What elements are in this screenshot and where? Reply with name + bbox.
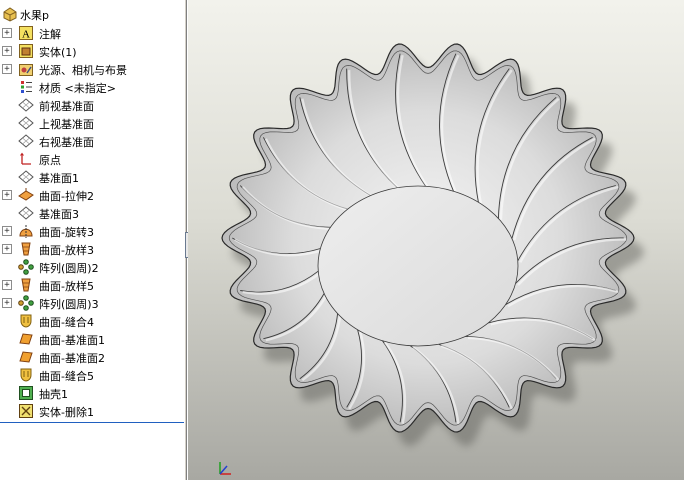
tree-item-label: 曲面-基准面1: [39, 334, 105, 347]
tree-item[interactable]: 曲面-缝合4: [0, 312, 184, 330]
tree-item[interactable]: + 阵列(圆周)3: [0, 294, 184, 312]
expand-toggle-icon[interactable]: +: [2, 28, 12, 38]
part-icon: [2, 6, 18, 22]
tree-item[interactable]: 前视基准面: [0, 96, 184, 114]
circular-pattern-icon: [18, 259, 34, 275]
solid-bodies-icon: [18, 43, 34, 59]
axis-triad-icon: [219, 462, 231, 475]
tree-item-label: 注解: [39, 28, 61, 41]
tree-item-label: 前视基准面: [39, 100, 94, 113]
tree-item-label: 曲面-拉伸2: [39, 190, 94, 203]
tree-item-label: 上视基准面: [39, 118, 94, 131]
surface-loft-icon: [18, 241, 34, 257]
lights-cameras-icon: [18, 61, 34, 77]
material-icon: [18, 79, 34, 95]
tree-item[interactable]: + 曲面-放样5: [0, 276, 184, 294]
rollback-bar[interactable]: [0, 422, 184, 423]
tree-item[interactable]: 材质 <未指定>: [0, 78, 184, 96]
surface-knit-icon: [18, 313, 34, 329]
tree-item-label: 阵列(圆周)3: [39, 298, 99, 311]
plane-icon: [18, 169, 34, 185]
surface-revolve-icon: [18, 223, 34, 239]
tree-item-label: 阵列(圆周)2: [39, 262, 99, 275]
tree-item[interactable]: 基准面3: [0, 204, 184, 222]
tree-item-label: 曲面-基准面2: [39, 352, 105, 365]
origin-icon: [18, 151, 34, 167]
tree-item[interactable]: 右视基准面: [0, 132, 184, 150]
feature-manager-tree: 水果p + A 注解 + 实体(1) + 光源、相机与布景 材质 <未指定> 前视基准面上视基准面…: [0, 0, 185, 480]
tree-item[interactable]: + A 注解: [0, 24, 184, 42]
tree-item-label: 实体(1): [39, 46, 77, 59]
delete-body-icon: [18, 403, 34, 419]
tree-root-part[interactable]: 水果p: [0, 5, 184, 23]
tree-item[interactable]: 实体-删除1: [0, 402, 184, 420]
plane-icon: [18, 115, 34, 131]
planar-surface-icon: [18, 331, 34, 347]
tree-root-label: 水果p: [20, 9, 49, 22]
surface-loft-icon: [18, 277, 34, 293]
tree-item[interactable]: 曲面-基准面2: [0, 348, 184, 366]
tree-item[interactable]: + 实体(1): [0, 42, 184, 60]
expand-toggle-icon[interactable]: +: [2, 298, 12, 308]
tree-item[interactable]: + 光源、相机与布景: [0, 60, 184, 78]
model-view[interactable]: [188, 0, 684, 480]
tree-item[interactable]: 原点: [0, 150, 184, 168]
expand-toggle-icon[interactable]: +: [2, 244, 12, 254]
tree-item[interactable]: 基准面1: [0, 168, 184, 186]
tree-item[interactable]: + 曲面-放样3: [0, 240, 184, 258]
bowl-base-face[interactable]: [317, 185, 519, 347]
tree-item-label: 基准面1: [39, 172, 79, 185]
tree-item-label: 光源、相机与布景: [39, 64, 127, 77]
expand-toggle-icon[interactable]: +: [2, 190, 12, 200]
tree-item[interactable]: + 曲面-旋转3: [0, 222, 184, 240]
tree-item-label: 实体-删除1: [39, 406, 94, 419]
planar-surface-icon: [18, 349, 34, 365]
tree-item-label: 曲面-缝合5: [39, 370, 94, 383]
annotations-icon: A: [18, 25, 34, 41]
plane-icon: [18, 97, 34, 113]
tree-item-label: 右视基准面: [39, 136, 94, 149]
shell-icon: [18, 385, 34, 401]
tree-item-label: 原点: [39, 154, 61, 167]
tree-item[interactable]: 上视基准面: [0, 114, 184, 132]
svg-text:A: A: [22, 29, 30, 41]
tree-item[interactable]: + 曲面-拉伸2: [0, 186, 184, 204]
plane-icon: [18, 133, 34, 149]
expand-toggle-icon[interactable]: +: [2, 46, 12, 56]
tree-item-label: 材质 <未指定>: [39, 82, 116, 95]
tree-item-label: 基准面3: [39, 208, 79, 221]
plane-icon: [18, 205, 34, 221]
tree-item[interactable]: 阵列(圆周)2: [0, 258, 184, 276]
tree-item-label: 曲面-放样3: [39, 244, 94, 257]
surface-knit-icon: [18, 367, 34, 383]
expand-toggle-icon[interactable]: +: [2, 226, 12, 236]
expand-toggle-icon[interactable]: +: [2, 280, 12, 290]
graphics-area[interactable]: [188, 0, 684, 480]
tree-item-label: 曲面-缝合4: [39, 316, 94, 329]
tree-item[interactable]: 曲面-缝合5: [0, 366, 184, 384]
tree-item-label: 曲面-放样5: [39, 280, 94, 293]
tree-item-label: 曲面-旋转3: [39, 226, 94, 239]
surface-extrude-icon: [18, 187, 34, 203]
expand-toggle-icon[interactable]: +: [2, 64, 12, 74]
circular-pattern-icon: [18, 295, 34, 311]
tree-item[interactable]: 抽壳1: [0, 384, 184, 402]
tree-item-label: 抽壳1: [39, 388, 68, 401]
tree-item[interactable]: 曲面-基准面1: [0, 330, 184, 348]
